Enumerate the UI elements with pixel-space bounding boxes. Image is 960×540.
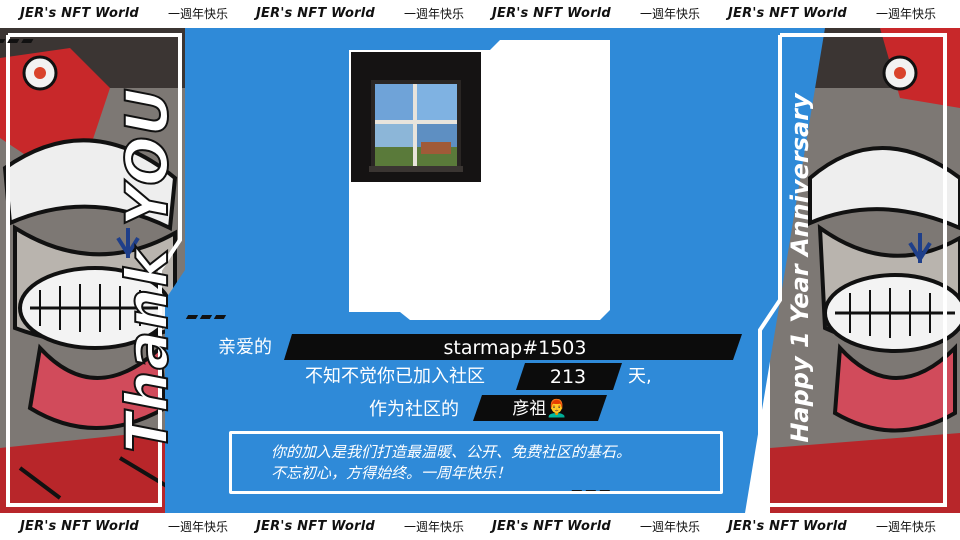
marquee-greeting: 一週年快乐 xyxy=(168,520,229,534)
bottom-marquee: JER's NFT World 一週年快乐 JER's NFT World 一週… xyxy=(0,513,960,540)
profile-photo xyxy=(351,52,481,182)
marquee-greeting: 一週年快乐 xyxy=(404,520,465,534)
marquee-brand: JER's NFT World xyxy=(492,519,611,534)
dear-label: 亲爱的 xyxy=(218,337,272,358)
message-line-2: 不忘初心，方得始终。一周年快乐！ xyxy=(271,464,512,482)
marquee-greeting: 一週年快乐 xyxy=(876,520,937,534)
anniversary-text: Happy 1 Year Anniversary xyxy=(786,93,814,443)
username: starmap#1503 xyxy=(443,337,587,359)
message-box xyxy=(229,431,723,494)
thank-you-text: Thank YOU xyxy=(112,86,182,453)
joined-label: 不知不觉你已加入社区 xyxy=(305,366,485,387)
days-suffix: 天, xyxy=(628,366,652,387)
role-value: 彦祖👨‍🦰 xyxy=(512,399,568,419)
role-label: 作为社区的 xyxy=(369,399,459,420)
message-line-1: 你的加入是我们打造最温暖、公开、免费社区的基石。 xyxy=(271,443,632,461)
days-value: 213 xyxy=(549,366,587,388)
marquee-brand: JER's NFT World xyxy=(728,519,847,534)
marquee-greeting: 一週年快乐 xyxy=(640,520,701,534)
marquee-brand: JER's NFT World xyxy=(256,519,375,534)
marquee-brand: JER's NFT World xyxy=(20,519,139,534)
